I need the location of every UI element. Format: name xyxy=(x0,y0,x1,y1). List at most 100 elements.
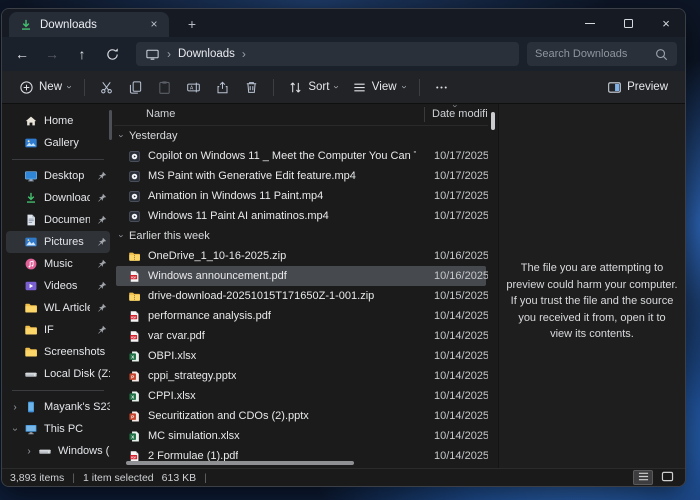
file-name: cppi_strategy.pptx xyxy=(148,370,236,382)
expander-chevron-icon[interactable]: › xyxy=(24,446,34,457)
file-row-performance-analysis-pdf[interactable]: PDF performance analysis.pdf 10/14/2025 … xyxy=(116,306,486,326)
sort-indicator-icon: › xyxy=(451,105,461,108)
new-tab-button[interactable]: + xyxy=(183,16,201,32)
file-date-modified: 10/16/2025 6:24 xyxy=(434,250,488,262)
sidebar-item-this-pc[interactable]: › This PC xyxy=(6,418,110,440)
file-date-modified: 10/14/2025 8:37 xyxy=(434,450,488,462)
expander-chevron-icon[interactable]: › xyxy=(10,424,21,434)
minimize-icon xyxy=(585,23,595,24)
vertical-scrollbar[interactable] xyxy=(491,112,495,130)
pdf-file-icon: PDF xyxy=(128,310,141,323)
sidebar-item-screenshots[interactable]: Screenshots xyxy=(6,341,110,363)
thumbnail-view-button[interactable] xyxy=(657,470,677,485)
svg-text:P: P xyxy=(131,374,134,379)
file-row-obpi-xlsx[interactable]: X OBPI.xlsx 10/14/2025 8:38 xyxy=(116,346,486,366)
file-row-windows-11-paint-ai-animatinos-mp4[interactable]: Windows 11 Paint AI animatinos.mp4 10/17… xyxy=(116,206,486,226)
close-tab-icon[interactable]: × xyxy=(146,17,162,33)
group-collapse-icon[interactable]: › xyxy=(117,235,127,238)
window-controls: × xyxy=(571,9,685,37)
file-row-mc-simulation-xlsx[interactable]: X MC simulation.xlsx 10/14/2025 8:37 xyxy=(116,426,486,446)
view-button[interactable]: View › xyxy=(345,74,412,100)
selection-count: 1 item selected xyxy=(83,472,154,484)
sidebar-scrollbar[interactable] xyxy=(109,110,112,140)
minimize-button[interactable] xyxy=(571,9,609,37)
sidebar-item-if[interactable]: IF xyxy=(6,319,110,341)
new-plus-icon xyxy=(19,80,34,95)
file-row-securitization-and-cdos-2-pptx[interactable]: P Securitization and CDOs (2).pptx 10/14… xyxy=(116,406,486,426)
file-row-cppi-xlsx[interactable]: X CPPI.xlsx 10/14/2025 8:38 xyxy=(116,386,486,406)
group-header-yesterday[interactable]: › Yesterday xyxy=(114,126,488,146)
maximize-button[interactable] xyxy=(609,9,647,37)
sidebar-item-videos[interactable]: Videos xyxy=(6,275,110,297)
file-row-copilot-on-windows-11-meet-the-computer-you-can-talk-to-mp4[interactable]: Copilot on Windows 11 _ Meet the Compute… xyxy=(116,146,486,166)
sidebar-item-windows-c[interactable]: › Windows (C:) xyxy=(6,440,110,462)
sidebar-item-documents[interactable]: Documents xyxy=(6,209,110,231)
cut-button[interactable] xyxy=(92,74,121,100)
sort-button[interactable]: Sort › xyxy=(281,74,344,100)
svg-text:PDF: PDF xyxy=(131,315,137,319)
sidebar-item-pictures[interactable]: Pictures xyxy=(6,231,110,253)
horizontal-scrollbar[interactable] xyxy=(126,461,354,465)
forward-button[interactable]: → xyxy=(38,41,66,67)
breadcrumb-downloads[interactable]: Downloads xyxy=(178,48,235,60)
sidebar-item-desktop[interactable]: Desktop xyxy=(6,165,110,187)
search-input[interactable] xyxy=(535,48,654,60)
sidebar-item-music[interactable]: Music xyxy=(6,253,110,275)
sidebar-item-gallery[interactable]: Gallery xyxy=(6,132,110,154)
new-button-label: New xyxy=(39,81,62,93)
file-row-animation-in-windows-11-paint-mp4[interactable]: Animation in Windows 11 Paint.mp4 10/17/… xyxy=(116,186,486,206)
copy-button[interactable] xyxy=(121,74,150,100)
sidebar-item-home[interactable]: Home xyxy=(6,110,110,132)
file-name: Copilot on Windows 11 _ Meet the Compute… xyxy=(148,150,416,162)
svg-text:A: A xyxy=(190,85,194,91)
navigation-bar: ← → ↑ › Downloads › xyxy=(2,37,685,71)
group-header-earlier-this-week[interactable]: › Earlier this week xyxy=(114,226,488,246)
drive-icon xyxy=(24,367,38,381)
address-bar[interactable]: › Downloads › xyxy=(136,42,519,66)
back-button[interactable]: ← xyxy=(8,41,36,67)
details-view-button[interactable] xyxy=(633,470,653,485)
close-button[interactable]: × xyxy=(647,9,685,37)
column-header-name[interactable]: Name xyxy=(146,108,175,120)
column-divider[interactable] xyxy=(424,107,425,122)
file-name: performance analysis.pdf xyxy=(148,310,271,322)
file-date-modified: 10/14/2025 8:37 xyxy=(434,410,488,422)
file-row-drive-download-20251015t171650z-1-001-zip[interactable]: drive-download-20251015T171650Z-1-001.zi… xyxy=(116,286,486,306)
delete-button[interactable] xyxy=(237,74,266,100)
rename-button[interactable]: A xyxy=(179,74,208,100)
view-button-label: View xyxy=(372,81,397,93)
sidebar-item-local-disk-z[interactable]: Local Disk (Z:) xyxy=(6,363,110,385)
paste-button[interactable] xyxy=(150,74,179,100)
column-header-date-modified[interactable]: Date modified xyxy=(432,108,488,120)
file-row-onedrive-1-10-16-2025-zip[interactable]: OneDrive_1_10-16-2025.zip 10/16/2025 6:2… xyxy=(116,246,486,266)
expander-chevron-icon[interactable]: › xyxy=(10,402,20,413)
refresh-button[interactable] xyxy=(98,41,126,67)
preview-toggle-button[interactable]: Preview xyxy=(600,74,675,100)
sort-button-label: Sort xyxy=(308,81,329,93)
up-button[interactable]: ↑ xyxy=(68,41,96,67)
group-collapse-icon[interactable]: › xyxy=(117,135,127,138)
videos-icon xyxy=(24,279,38,293)
video-file-icon xyxy=(128,210,141,223)
new-button[interactable]: New › xyxy=(12,74,77,100)
excel-file-icon: X xyxy=(128,430,141,443)
file-row-windows-announcement-pdf[interactable]: PDF Windows announcement.pdf 10/16/2025 … xyxy=(116,266,486,286)
tab-downloads[interactable]: Downloads × xyxy=(9,12,169,37)
more-options-button[interactable] xyxy=(427,74,456,100)
pin-icon xyxy=(96,170,108,182)
share-icon xyxy=(215,80,230,95)
sidebar-item-mayank-s-s23[interactable]: › Mayank's S23 xyxy=(6,396,110,418)
monitor-icon xyxy=(145,47,160,62)
sidebar-item-downloads[interactable]: Downloads xyxy=(6,187,110,209)
share-button[interactable] xyxy=(208,74,237,100)
gallery-icon xyxy=(24,136,38,150)
file-row-cppi-strategy-pptx[interactable]: P cppi_strategy.pptx 10/14/2025 8:38 xyxy=(116,366,486,386)
file-row-var-cvar-pdf[interactable]: PDF var cvar.pdf 10/14/2025 8:38 xyxy=(116,326,486,346)
file-row-ms-paint-with-generative-edit-feature-mp4[interactable]: MS Paint with Generative Edit feature.mp… xyxy=(116,166,486,186)
sidebar-item-wl-articles[interactable]: WL Articles xyxy=(6,297,110,319)
group-label: Yesterday xyxy=(129,130,178,142)
file-group: › Earlier this week OneDrive_1_10-16-202… xyxy=(114,226,488,466)
file-date-modified: 10/16/2025 6:24 xyxy=(434,270,488,282)
file-date-modified: 10/14/2025 8:38 xyxy=(434,370,488,382)
pc-icon xyxy=(24,422,38,436)
